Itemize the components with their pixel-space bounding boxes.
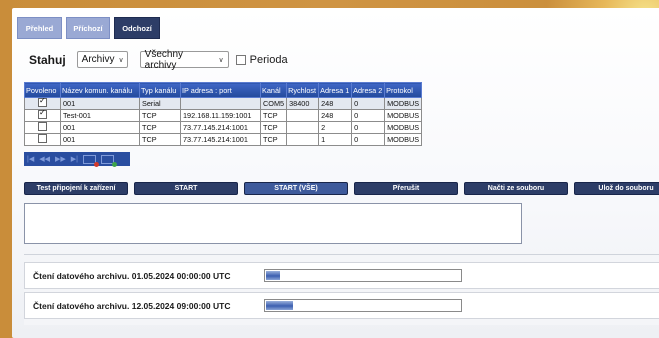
- table-pager: |◀ ◀◀ ▶▶ ▶|: [24, 152, 130, 167]
- cell-address1[interactable]: 1: [318, 133, 353, 146]
- period-label: Perioda: [249, 53, 288, 66]
- cell-address2[interactable]: 0: [351, 133, 386, 146]
- start-all-button[interactable]: START (VŠE): [244, 182, 348, 195]
- prev-page-icon[interactable]: ◀◀: [39, 156, 50, 163]
- tab-outgoing[interactable]: Odchozí: [114, 17, 160, 39]
- cell-address2[interactable]: 0: [351, 97, 386, 110]
- cell-name[interactable]: 001: [60, 133, 140, 146]
- chevron-down-icon: ∨: [218, 56, 224, 64]
- cell-speed[interactable]: [286, 133, 320, 146]
- cell-ip[interactable]: [180, 97, 261, 110]
- download-label: Stahuj: [29, 52, 66, 67]
- save-to-file-button[interactable]: Ulož do souboru: [574, 182, 659, 195]
- progress-area: Čtení datového archivu. 01.05.2024 00:00…: [24, 254, 659, 325]
- last-page-icon[interactable]: ▶|: [71, 156, 78, 163]
- table-header-row: Povoleno Název komun. kanálu Typ kanálu …: [24, 82, 423, 98]
- cell-enabled: [24, 133, 61, 146]
- progress-label: Čtení datového archivu. 01.05.2024 00:00…: [33, 270, 231, 281]
- table-row[interactable]: Test-001TCP192.168.11.159:1001TCP2480MOD…: [24, 108, 423, 122]
- cell-address1[interactable]: 248: [318, 97, 353, 110]
- cell-name[interactable]: 001: [60, 97, 140, 110]
- col-address1[interactable]: Adresa 1: [318, 82, 353, 98]
- col-speed[interactable]: Rychlost: [286, 82, 320, 98]
- delete-row-icon[interactable]: [82, 154, 99, 167]
- col-ip[interactable]: IP adresa : port: [180, 82, 261, 98]
- tab-overview[interactable]: Přehled: [17, 17, 62, 39]
- col-channel[interactable]: Kanál: [259, 82, 288, 98]
- stop-button[interactable]: Přerušit: [354, 182, 458, 195]
- first-page-icon[interactable]: |◀: [27, 156, 34, 163]
- cell-ip[interactable]: 73.77.145.214:1001: [180, 133, 261, 146]
- action-bar: Test připojení k zařízení START START (V…: [24, 182, 659, 195]
- download-controls: Stahuj Archivy ∨ Všechny archivy ∨ Perio…: [29, 48, 288, 71]
- cell-ip[interactable]: 73.77.145.214:1001: [180, 121, 261, 134]
- progress-fill: [266, 301, 294, 310]
- cell-protocol[interactable]: MODBUS: [384, 121, 423, 134]
- main-panel: Přehled Příchozí Odchozí Stahuj Archivy …: [12, 8, 659, 338]
- cell-address1[interactable]: 2: [318, 121, 353, 134]
- cell-channel[interactable]: TCP: [259, 109, 288, 122]
- cell-address2[interactable]: 0: [351, 109, 386, 122]
- cell-address2[interactable]: 0: [351, 121, 386, 134]
- test-connection-button[interactable]: Test připojení k zařízení: [24, 182, 128, 195]
- archive-type-value: Archivy: [81, 54, 115, 65]
- chevron-down-icon: ∨: [118, 56, 124, 64]
- cell-name[interactable]: 001: [60, 121, 140, 134]
- progress-fill: [266, 271, 280, 280]
- cell-type[interactable]: TCP: [139, 109, 181, 122]
- add-row-icon[interactable]: [100, 154, 117, 167]
- progress-bar: [264, 299, 462, 312]
- progress-row: Čtení datového archivu. 01.05.2024 00:00…: [24, 262, 659, 289]
- cell-type[interactable]: Serial: [139, 97, 181, 110]
- col-type[interactable]: Typ kanálu: [139, 82, 181, 98]
- table-row[interactable]: 001 TCP 73.77.145.214:1001 TCP 1 0 MODBUS: [24, 133, 423, 146]
- col-name[interactable]: Název komun. kanálu: [60, 82, 140, 98]
- progress-label: Čtení datového archivu. 12.05.2024 09:00…: [33, 300, 231, 311]
- cell-enabled: [24, 121, 61, 134]
- enabled-checkbox[interactable]: [38, 134, 47, 143]
- channels-table: Povoleno Název komun. kanálu Typ kanálu …: [24, 82, 423, 146]
- cell-protocol[interactable]: MODBUS: [384, 109, 423, 122]
- period-checkbox[interactable]: [235, 54, 246, 65]
- load-from-file-button[interactable]: Načti ze souboru: [464, 182, 568, 195]
- table-row[interactable]: 001 TCP 73.77.145.214:1001 TCP 2 0 MODBUS: [24, 121, 423, 134]
- col-address2[interactable]: Adresa 2: [351, 82, 386, 98]
- start-button[interactable]: START: [134, 182, 238, 195]
- log-area[interactable]: [24, 203, 522, 244]
- table-row[interactable]: 001Serial COM5384002480MODBUS: [24, 96, 423, 110]
- top-tabs: Přehled Příchozí Odchozí: [17, 17, 160, 39]
- archive-scope-select[interactable]: Všechny archivy ∨: [139, 48, 229, 71]
- cell-type[interactable]: TCP: [139, 121, 181, 134]
- cell-protocol[interactable]: MODBUS: [384, 97, 423, 110]
- enabled-checkbox[interactable]: [38, 96, 47, 107]
- cell-channel[interactable]: TCP: [259, 133, 288, 146]
- next-page-icon[interactable]: ▶▶: [55, 156, 66, 163]
- cell-speed[interactable]: [286, 121, 320, 134]
- cell-address1[interactable]: 248: [318, 109, 353, 122]
- cell-speed[interactable]: [286, 109, 320, 122]
- cell-enabled: [24, 108, 61, 122]
- progress-row: Čtení datového archivu. 12.05.2024 09:00…: [24, 292, 659, 319]
- enabled-checkbox[interactable]: [38, 122, 47, 131]
- cell-speed[interactable]: 38400: [286, 97, 320, 110]
- cell-channel[interactable]: TCP: [259, 121, 288, 134]
- archive-type-select[interactable]: Archivy ∨: [76, 51, 128, 68]
- archive-scope-value: Všechny archivy: [144, 48, 184, 71]
- progress-bar: [264, 269, 462, 282]
- cell-type[interactable]: TCP: [139, 133, 181, 146]
- col-protocol[interactable]: Protokol: [384, 82, 423, 98]
- tab-incoming[interactable]: Příchozí: [66, 17, 110, 39]
- cell-protocol[interactable]: MODBUS: [384, 133, 423, 146]
- cell-name[interactable]: Test-001: [60, 109, 140, 122]
- cell-channel[interactable]: COM5: [259, 97, 288, 110]
- cell-ip[interactable]: 192.168.11.159:1001: [180, 109, 261, 122]
- enabled-checkbox[interactable]: [38, 108, 47, 119]
